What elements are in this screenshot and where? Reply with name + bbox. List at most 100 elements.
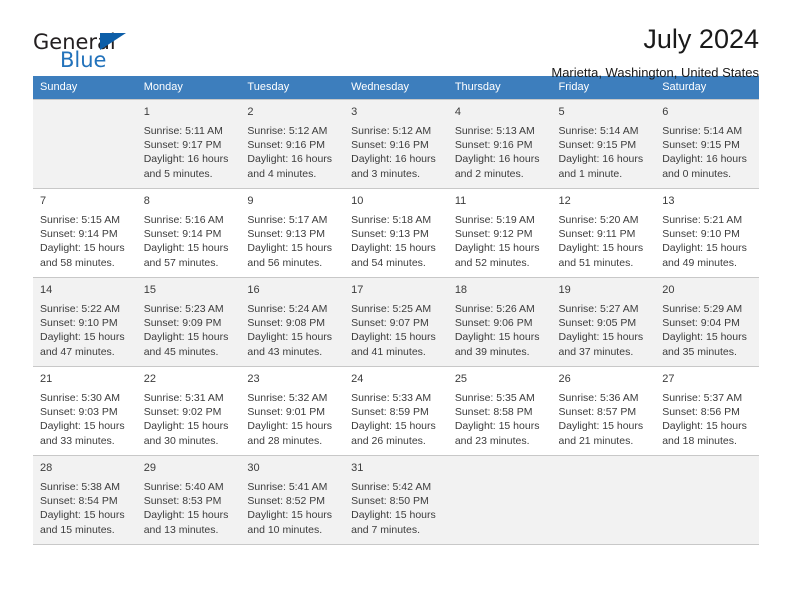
calendar-week-row: 21 Sunrise: 5:30 AM Sunset: 9:03 PM Dayli… [33,366,759,456]
day-number: 23 [247,373,260,385]
calendar-day-cell[interactable]: 19 Sunrise: 5:27 AM Sunset: 9:05 PM Dayli… [551,277,656,367]
page-header: General Blue July 2024 Marietta, Washing… [33,0,759,81]
calendar-day-cell[interactable]: 21 Sunrise: 5:30 AM Sunset: 9:03 PM Dayli… [33,366,137,456]
calendar-cell-inner: 24 Sunrise: 5:33 AM Sunset: 8:59 PM Dayli… [344,367,448,448]
calendar-day-cell[interactable]: 7 Sunrise: 5:15 AM Sunset: 9:14 PM Daylig… [33,188,137,278]
calendar-cell-inner: 12 Sunrise: 5:20 AM Sunset: 9:11 PM Dayli… [552,189,656,270]
calendar-day-cell[interactable]: 2 Sunrise: 5:12 AM Sunset: 9:16 PM Daylig… [240,99,345,189]
calendar-cell-inner: 19 Sunrise: 5:27 AM Sunset: 9:05 PM Dayli… [552,278,656,359]
calendar-day-cell[interactable]: 11 Sunrise: 5:19 AM Sunset: 9:12 PM Dayli… [447,188,552,278]
calendar-week-row: 1 Sunrise: 5:11 AM Sunset: 9:17 PM Daylig… [33,99,759,189]
calendar-cell-inner: 31 Sunrise: 5:42 AM Sunset: 8:50 PM Dayli… [344,456,448,537]
calendar-day-cell[interactable]: 1 Sunrise: 5:11 AM Sunset: 9:17 PM Daylig… [136,99,241,189]
sun-info-text: Sunrise: 5:30 AM Sunset: 9:03 PM Dayligh… [40,392,125,447]
sun-info-text: Sunrise: 5:20 AM Sunset: 9:11 PM Dayligh… [558,214,644,269]
calendar-day-cell[interactable]: 15 Sunrise: 5:23 AM Sunset: 9:09 PM Dayli… [136,277,241,367]
sun-info-text: Sunrise: 5:29 AM Sunset: 9:04 PM Dayligh… [662,303,747,358]
calendar-cell-inner: 28 Sunrise: 5:38 AM Sunset: 8:54 PM Dayli… [33,456,137,537]
calendar-week-row: 7 Sunrise: 5:15 AM Sunset: 9:14 PM Daylig… [33,188,759,278]
sun-info-text: Sunrise: 5:12 AM Sunset: 9:16 PM Dayligh… [351,125,436,180]
calendar-cell-empty [33,99,137,189]
calendar-table: Sunday Monday Tuesday Wednesday Thursday… [33,76,759,545]
calendar-cell-inner: 3 Sunrise: 5:12 AM Sunset: 9:16 PM Daylig… [344,100,448,181]
calendar-day-cell[interactable]: 18 Sunrise: 5:26 AM Sunset: 9:06 PM Dayli… [447,277,552,367]
sun-info-text: Sunrise: 5:33 AM Sunset: 8:59 PM Dayligh… [351,392,436,447]
calendar-cell-inner: 8 Sunrise: 5:16 AM Sunset: 9:14 PM Daylig… [137,189,241,270]
day-number: 12 [558,195,571,207]
day-number: 20 [662,284,675,296]
general-blue-logo[interactable]: General Blue [33,26,153,78]
calendar-cell-inner: 26 Sunrise: 5:36 AM Sunset: 8:57 PM Dayli… [552,367,656,448]
calendar-day-cell[interactable]: 28 Sunrise: 5:38 AM Sunset: 8:54 PM Dayli… [33,455,137,545]
day-number: 8 [143,195,150,207]
day-number: 7 [40,195,47,207]
calendar-cell-inner: 5 Sunrise: 5:14 AM Sunset: 9:15 PM Daylig… [552,100,656,181]
calendar-cell-inner: 10 Sunrise: 5:18 AM Sunset: 9:13 PM Dayli… [344,189,448,270]
calendar-day-cell[interactable]: 27 Sunrise: 5:37 AM Sunset: 8:56 PM Dayli… [655,366,759,456]
calendar-day-cell[interactable]: 23 Sunrise: 5:32 AM Sunset: 9:01 PM Dayli… [240,366,345,456]
calendar-cell-inner: 4 Sunrise: 5:13 AM Sunset: 9:16 PM Daylig… [448,100,552,181]
day-number: 29 [143,462,156,474]
calendar-day-cell[interactable]: 26 Sunrise: 5:36 AM Sunset: 8:57 PM Dayli… [551,366,656,456]
calendar-day-cell[interactable]: 24 Sunrise: 5:33 AM Sunset: 8:59 PM Dayli… [344,366,448,456]
calendar-day-cell[interactable]: 9 Sunrise: 5:17 AM Sunset: 9:13 PM Daylig… [240,188,345,278]
sun-info-text: Sunrise: 5:16 AM Sunset: 9:14 PM Dayligh… [143,214,229,269]
day-number: 28 [40,462,53,474]
calendar-day-cell[interactable]: 31 Sunrise: 5:42 AM Sunset: 8:50 PM Dayli… [344,455,448,545]
day-number: 4 [454,106,461,118]
calendar-cell-inner: 7 Sunrise: 5:15 AM Sunset: 9:14 PM Daylig… [33,189,137,270]
day-number: 13 [662,195,675,207]
day-number: 6 [662,106,669,118]
calendar-day-cell[interactable]: 12 Sunrise: 5:20 AM Sunset: 9:11 PM Dayli… [551,188,656,278]
calendar-cell-empty [655,455,759,545]
day-number: 30 [247,462,260,474]
calendar-cell-inner: 27 Sunrise: 5:37 AM Sunset: 8:56 PM Dayli… [655,367,759,448]
calendar-day-cell[interactable]: 17 Sunrise: 5:25 AM Sunset: 9:07 PM Dayli… [344,277,448,367]
calendar-cell-inner: 13 Sunrise: 5:21 AM Sunset: 9:10 PM Dayli… [655,189,759,270]
calendar-day-cell[interactable]: 8 Sunrise: 5:16 AM Sunset: 9:14 PM Daylig… [136,188,241,278]
sun-info-text: Sunrise: 5:11 AM Sunset: 9:17 PM Dayligh… [143,125,229,180]
calendar-day-cell[interactable]: 29 Sunrise: 5:40 AM Sunset: 8:53 PM Dayli… [136,455,241,545]
sun-info-text: Sunrise: 5:13 AM Sunset: 9:16 PM Dayligh… [454,125,540,180]
calendar-day-cell[interactable]: 3 Sunrise: 5:12 AM Sunset: 9:16 PM Daylig… [344,99,448,189]
weekday-header-thursday: Thursday [447,76,552,100]
day-number: 15 [143,284,156,296]
calendar-day-cell[interactable]: 4 Sunrise: 5:13 AM Sunset: 9:16 PM Daylig… [447,99,552,189]
day-number: 3 [351,106,358,118]
day-number: 24 [351,373,364,385]
calendar-week-row: 14 Sunrise: 5:22 AM Sunset: 9:10 PM Dayli… [33,277,759,367]
sun-info-text: Sunrise: 5:12 AM Sunset: 9:16 PM Dayligh… [247,125,333,180]
title-block: July 2024 Marietta, Washington, United S… [551,26,759,81]
calendar-day-cell[interactable]: 22 Sunrise: 5:31 AM Sunset: 9:02 PM Dayli… [136,366,241,456]
day-number: 11 [454,195,467,207]
calendar-cell-inner: 1 Sunrise: 5:11 AM Sunset: 9:17 PM Daylig… [137,100,241,181]
calendar-day-cell[interactable]: 20 Sunrise: 5:29 AM Sunset: 9:04 PM Dayli… [655,277,759,367]
sun-info-text: Sunrise: 5:23 AM Sunset: 9:09 PM Dayligh… [143,303,229,358]
sun-info-text: Sunrise: 5:22 AM Sunset: 9:10 PM Dayligh… [40,303,125,358]
sun-info-text: Sunrise: 5:41 AM Sunset: 8:52 PM Dayligh… [247,481,333,536]
calendar-cell-inner: 18 Sunrise: 5:26 AM Sunset: 9:06 PM Dayli… [448,278,552,359]
day-number: 31 [351,462,364,474]
calendar-day-cell[interactable]: 13 Sunrise: 5:21 AM Sunset: 9:10 PM Dayli… [655,188,759,278]
calendar-day-cell[interactable]: 30 Sunrise: 5:41 AM Sunset: 8:52 PM Dayli… [240,455,345,545]
weekday-header-tuesday: Tuesday [240,76,345,100]
weekday-header-sunday: Sunday [33,76,137,100]
sun-info-text: Sunrise: 5:15 AM Sunset: 9:14 PM Dayligh… [40,214,125,269]
day-number: 26 [558,373,571,385]
day-number: 1 [143,106,150,118]
sun-info-text: Sunrise: 5:31 AM Sunset: 9:02 PM Dayligh… [143,392,229,447]
calendar-day-cell[interactable]: 16 Sunrise: 5:24 AM Sunset: 9:08 PM Dayli… [240,277,345,367]
logo-text-blue: Blue [60,48,107,72]
page-subtitle: Marietta, Washington, United States [551,65,759,80]
calendar-day-cell[interactable]: 14 Sunrise: 5:22 AM Sunset: 9:10 PM Dayli… [33,277,137,367]
calendar-day-cell[interactable]: 6 Sunrise: 5:14 AM Sunset: 9:15 PM Daylig… [655,99,759,189]
calendar-cell-inner: 14 Sunrise: 5:22 AM Sunset: 9:10 PM Dayli… [33,278,137,359]
calendar-day-cell[interactable]: 5 Sunrise: 5:14 AM Sunset: 9:15 PM Daylig… [551,99,656,189]
calendar-cell-empty [551,455,656,545]
calendar-cell-empty [447,455,552,545]
day-number: 22 [143,373,156,385]
calendar-cell-inner: 23 Sunrise: 5:32 AM Sunset: 9:01 PM Dayli… [240,367,344,448]
calendar-cell-inner: 29 Sunrise: 5:40 AM Sunset: 8:53 PM Dayli… [137,456,241,537]
calendar-day-cell[interactable]: 25 Sunrise: 5:35 AM Sunset: 8:58 PM Dayli… [447,366,552,456]
calendar-day-cell[interactable]: 10 Sunrise: 5:18 AM Sunset: 9:13 PM Dayli… [344,188,448,278]
